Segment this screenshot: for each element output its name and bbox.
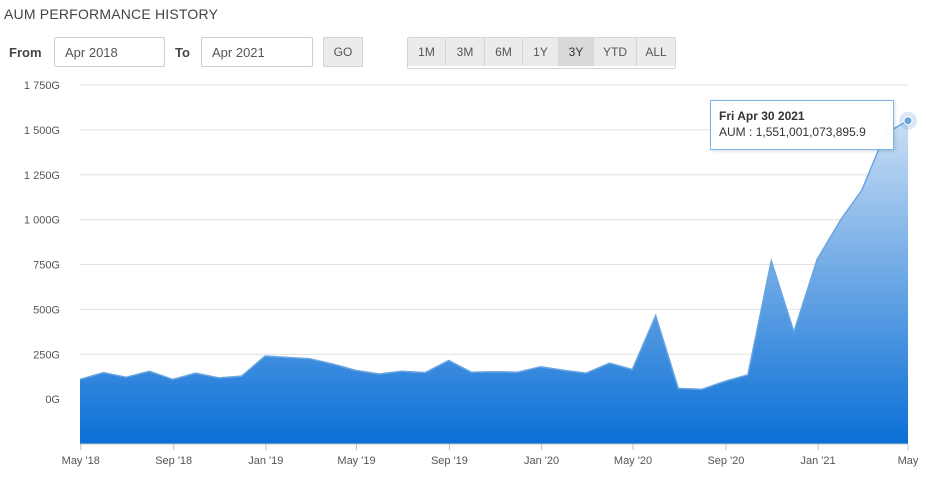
series-area [79, 120, 909, 444]
x-tick-label: May [898, 455, 919, 467]
x-tick-label: May '20 [614, 455, 652, 467]
y-tick-label: 1 750G [24, 80, 60, 92]
x-tick-label: Jan '20 [524, 455, 559, 467]
y-tick-label: 250G [33, 349, 60, 361]
tooltip-date: Fri Apr 30 2021 [719, 109, 805, 123]
x-tick-label: Sep '20 [707, 455, 744, 467]
data-tooltip: Fri Apr 30 2021 AUM : 1,551,001,073,895.… [710, 100, 894, 150]
x-tick-label: May '18 [62, 455, 100, 467]
x-tick-label: Sep '18 [155, 455, 192, 467]
y-tick-label: 500G [33, 304, 60, 316]
y-tick-label: 750G [33, 260, 60, 272]
y-tick-label: 1 250G [24, 170, 60, 182]
hover-marker [899, 111, 917, 130]
x-tick-label: May '19 [337, 455, 375, 467]
tooltip-series-label: AUM [719, 125, 746, 139]
y-axis-labels: 0G 250G 500G 750G 1 000G 1 250G 1 500G 1 750G [24, 80, 60, 406]
x-tick-label: Jan '19 [248, 455, 283, 467]
y-tick-label: 0G [45, 394, 60, 406]
x-tick-label: Jan '21 [801, 455, 836, 467]
y-tick-label: 1 500G [24, 125, 60, 137]
hover-marker-point[interactable] [903, 116, 913, 126]
tooltip-value-text: 1,551,001,073,895.9 [755, 125, 866, 139]
y-tick-label: 1 000G [24, 215, 60, 227]
aum-area-fill [80, 120, 908, 444]
x-tick-label: Sep '19 [431, 455, 468, 467]
tooltip-value: AUM : 1,551,001,073,895.9 [719, 125, 866, 139]
x-axis: May '18 Sep '18 Jan '19 May '19 Sep '19 Jan '… [62, 443, 919, 467]
aum-area-chart: 0G 250G 500G 750G 1 000G 1 250G 1 500G 1 750G M… [24, 80, 919, 467]
